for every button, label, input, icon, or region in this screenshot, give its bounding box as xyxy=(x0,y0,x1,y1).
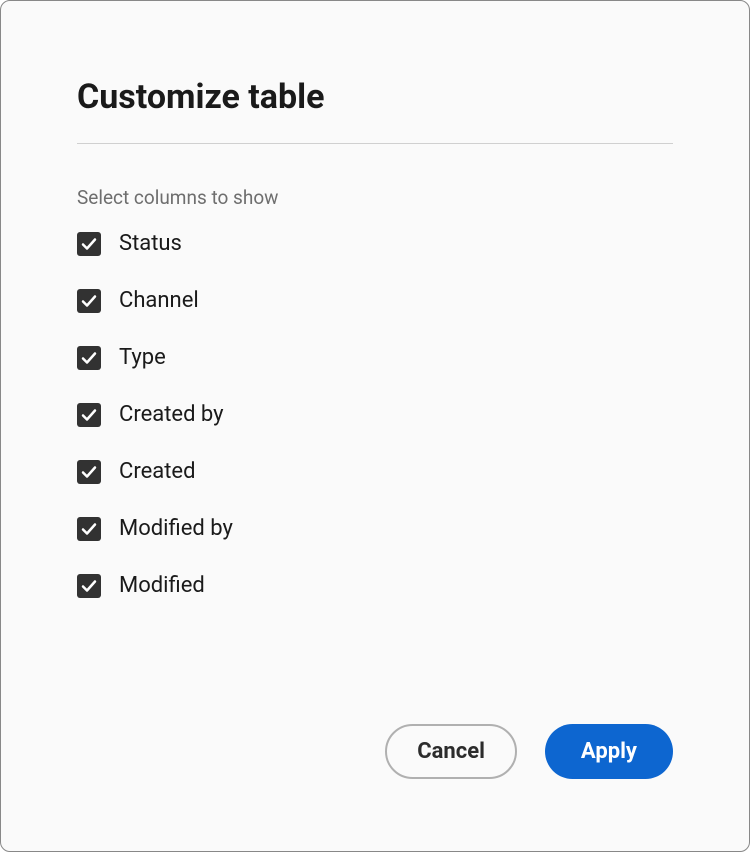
customize-table-dialog: Customize table Select columns to show S… xyxy=(0,0,750,852)
checkbox-row-type[interactable]: Type xyxy=(77,345,673,370)
instruction-text: Select columns to show xyxy=(77,186,673,209)
checkbox-status[interactable] xyxy=(77,232,101,256)
checkbox-modified[interactable] xyxy=(77,574,101,598)
checkbox-row-created-by[interactable]: Created by xyxy=(77,402,673,427)
checkbox-label: Modified xyxy=(119,573,205,598)
cancel-button[interactable]: Cancel xyxy=(385,724,517,779)
column-checkbox-list: Status Channel Type xyxy=(77,231,673,598)
checkbox-row-modified-by[interactable]: Modified by xyxy=(77,516,673,541)
checkbox-created-by[interactable] xyxy=(77,403,101,427)
check-icon xyxy=(81,293,97,309)
apply-button[interactable]: Apply xyxy=(545,724,673,779)
dialog-title: Customize table xyxy=(77,77,673,117)
check-icon xyxy=(81,521,97,537)
checkbox-label: Modified by xyxy=(119,516,233,541)
check-icon xyxy=(81,464,97,480)
checkbox-label: Status xyxy=(119,231,182,256)
checkbox-label: Channel xyxy=(119,288,199,313)
checkbox-row-modified[interactable]: Modified xyxy=(77,573,673,598)
checkbox-row-channel[interactable]: Channel xyxy=(77,288,673,313)
divider xyxy=(77,143,673,144)
checkbox-channel[interactable] xyxy=(77,289,101,313)
check-icon xyxy=(81,350,97,366)
check-icon xyxy=(81,578,97,594)
checkbox-type[interactable] xyxy=(77,346,101,370)
check-icon xyxy=(81,236,97,252)
check-icon xyxy=(81,407,97,423)
checkbox-modified-by[interactable] xyxy=(77,517,101,541)
checkbox-created[interactable] xyxy=(77,460,101,484)
checkbox-label: Created by xyxy=(119,402,224,427)
dialog-footer: Cancel Apply xyxy=(385,724,673,779)
checkbox-label: Created xyxy=(119,459,195,484)
checkbox-label: Type xyxy=(119,345,166,370)
checkbox-row-status[interactable]: Status xyxy=(77,231,673,256)
checkbox-row-created[interactable]: Created xyxy=(77,459,673,484)
